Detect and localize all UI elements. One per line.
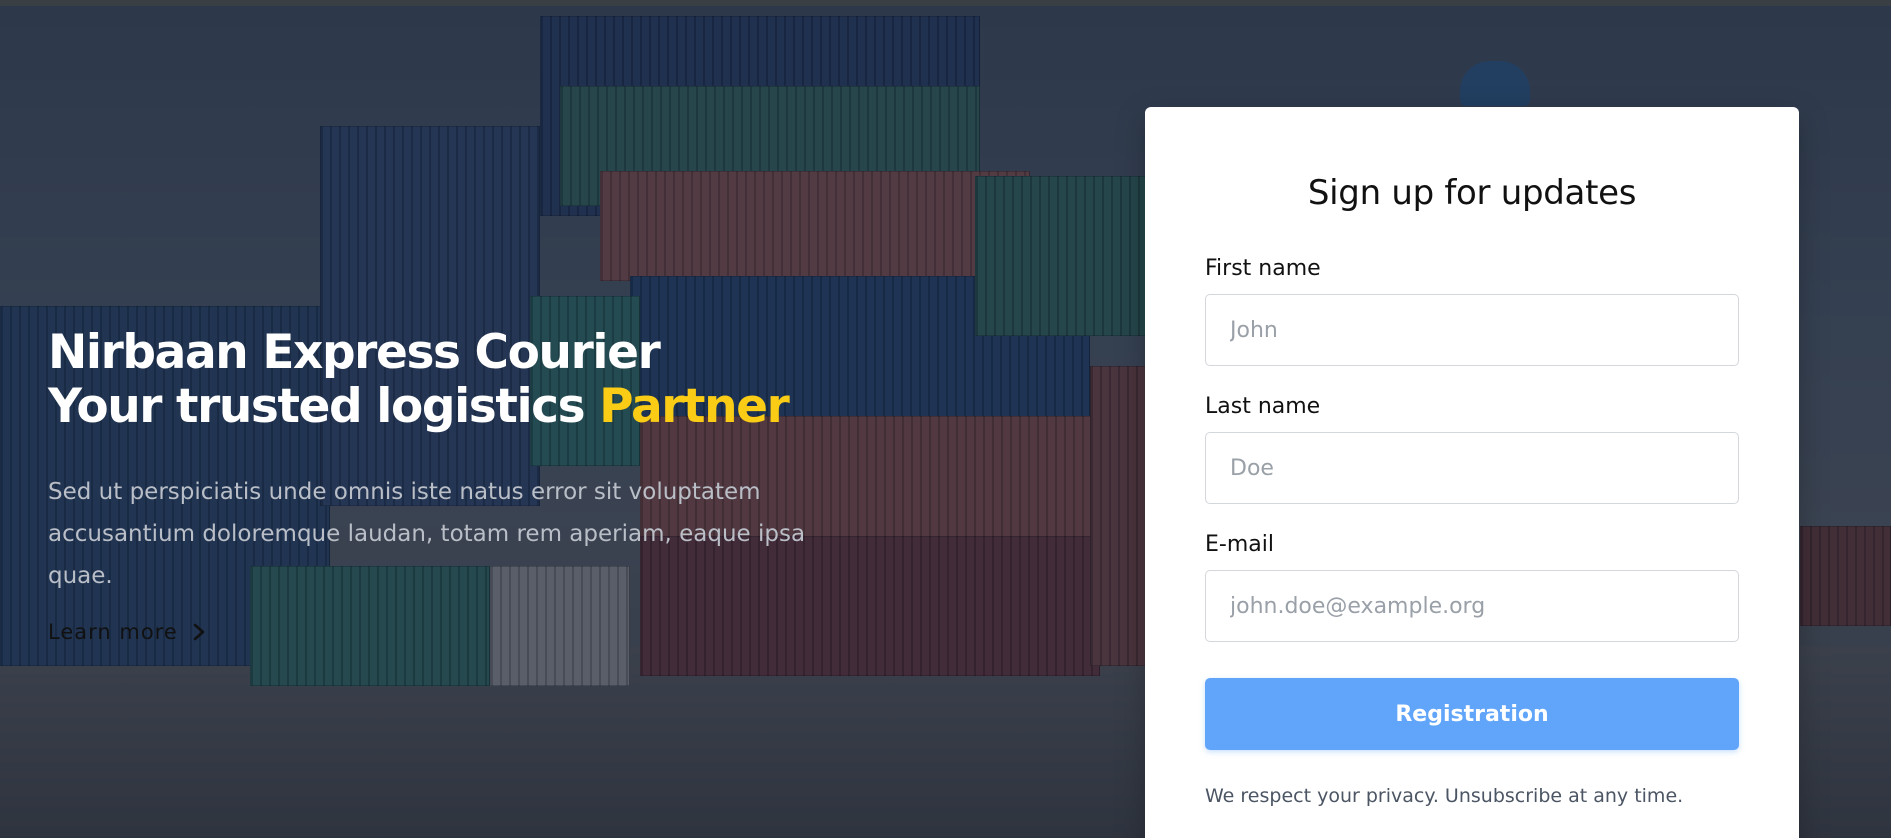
last-name-label: Last name <box>1205 394 1321 419</box>
learn-more-link[interactable]: Learn more <box>48 620 206 644</box>
hero-title: Nirbaan Express Courier Your trusted log… <box>48 325 790 434</box>
signup-title: Sign up for updates <box>1307 173 1637 213</box>
hero-title-line-1: Nirbaan Express Courier <box>48 325 661 380</box>
hero-title-accent: Partner <box>599 379 790 434</box>
privacy-note: We respect your privacy. Unsubscribe at … <box>1205 785 1684 807</box>
signup-card: Sign up for updates First name Last name… <box>1145 107 1799 838</box>
email-input[interactable] <box>1205 570 1739 642</box>
hero-section: Nirbaan Express Courier Your trusted log… <box>0 6 1891 838</box>
learn-more-label: Learn more <box>48 620 178 644</box>
first-name-input[interactable] <box>1205 294 1739 366</box>
hero-title-line-2: Your trusted logistics <box>48 379 600 434</box>
email-label: E-mail <box>1205 532 1274 557</box>
last-name-input[interactable] <box>1205 432 1739 504</box>
registration-button[interactable]: Registration <box>1205 678 1739 750</box>
first-name-label: First name <box>1205 256 1321 281</box>
hero-description: Sed ut perspiciatis unde omnis iste natu… <box>48 479 806 589</box>
chevron-right-icon <box>193 623 205 641</box>
